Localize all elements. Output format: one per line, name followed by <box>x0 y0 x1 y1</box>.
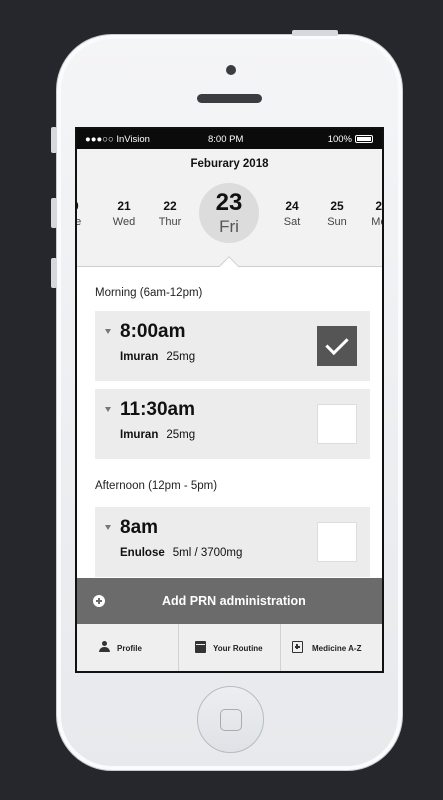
status-bar: ●●●○○ InVision 8:00 PM 100% <box>77 129 382 149</box>
drug-name: Enulose <box>120 547 165 559</box>
tab-profile[interactable]: Profile <box>77 624 179 671</box>
day-number: 20 <box>77 199 92 213</box>
date-header: Feburary 2018 20 Tue 21 Wed 22 Thur 23 F… <box>75 149 382 276</box>
add-prn-label: Add PRN administration <box>162 594 306 608</box>
day-item[interactable]: 22 Thur <box>150 199 190 228</box>
dose-drug: Imuran 25mg <box>120 351 195 363</box>
drug-amount: 25mg <box>166 429 196 441</box>
expand-caret-icon[interactable] <box>105 525 111 530</box>
day-number: 26 <box>375 199 382 213</box>
day-item[interactable]: 21 Wed <box>104 199 144 228</box>
battery-icon <box>355 135 373 143</box>
drug-amount: 5ml / 3700mg <box>172 547 243 559</box>
power-button <box>292 30 338 36</box>
carrier-label: ●●●○○ InVision <box>85 134 150 145</box>
day-weekday: Mon <box>371 216 382 228</box>
home-button[interactable] <box>197 686 264 753</box>
dose-drug: Imuran 25mg <box>120 429 195 441</box>
section-title-afternoon: Afternoon (12pm - 5pm) <box>95 480 218 492</box>
user-icon <box>99 641 110 653</box>
tab-label: Medicine A-Z <box>312 644 362 653</box>
day-weekday: Fri <box>219 217 239 236</box>
tab-bar: Profile Your Routine Medicine A-Z <box>77 624 382 671</box>
dose-checkbox-checked[interactable] <box>317 326 357 366</box>
drug-name: Imuran <box>120 351 159 363</box>
day-number: 23 <box>215 189 243 216</box>
earpiece-speaker <box>197 94 262 103</box>
tab-your-routine[interactable]: Your Routine <box>179 624 281 671</box>
calendar-icon <box>195 641 206 653</box>
selected-day-pointer <box>219 256 239 276</box>
day-number: 21 <box>117 199 131 213</box>
day-weekday: Tue <box>75 216 82 228</box>
tab-label: Profile <box>117 644 142 653</box>
expand-caret-icon[interactable] <box>105 329 111 334</box>
dose-checkbox[interactable] <box>317 404 357 444</box>
dose-checkbox[interactable] <box>317 522 357 562</box>
dose-time: 8:00am <box>120 321 186 342</box>
volume-down-button <box>51 258 57 288</box>
day-number: 25 <box>330 199 344 213</box>
dose-card[interactable]: 8:00am Imuran 25mg <box>95 311 370 381</box>
volume-up-button <box>51 198 57 228</box>
dose-drug: Enulose 5ml / 3700mg <box>120 547 242 559</box>
day-weekday: Sun <box>327 216 347 228</box>
day-number: 22 <box>163 199 177 213</box>
tab-medicine-a-z[interactable]: Medicine A-Z <box>281 624 382 671</box>
add-prn-button[interactable]: Add PRN administration <box>77 578 382 624</box>
home-square-icon <box>220 709 242 731</box>
section-title-morning: Morning (6am-12pm) <box>95 287 203 299</box>
status-time: 8:00 PM <box>208 134 244 145</box>
medical-kit-icon <box>292 641 303 653</box>
dose-card[interactable]: 11:30am Imuran 25mg <box>95 389 370 459</box>
day-item[interactable]: 20 Tue <box>75 199 92 228</box>
drug-name: Imuran <box>120 429 159 441</box>
day-weekday: Sat <box>283 216 301 228</box>
plus-circle-icon <box>93 595 105 607</box>
day-number: 24 <box>285 199 299 213</box>
day-weekday: Wed <box>112 216 136 228</box>
drug-amount: 25mg <box>166 351 196 363</box>
mute-switch <box>51 127 57 153</box>
app-screen: ●●●○○ InVision 8:00 PM 100% Feburary 201… <box>75 127 384 673</box>
day-item[interactable]: 24 Sat <box>272 199 312 228</box>
dose-time: 8am <box>120 517 159 538</box>
dose-time: 11:30am <box>120 399 196 420</box>
expand-caret-icon[interactable] <box>105 407 111 412</box>
day-item-selected[interactable]: 23 Fri <box>199 183 259 243</box>
month-title: Feburary 2018 <box>190 158 269 170</box>
dose-card[interactable]: 8am Enulose 5ml / 3700mg <box>95 507 370 577</box>
front-camera <box>226 65 236 75</box>
day-item[interactable]: 26 Mon <box>362 199 382 228</box>
day-item[interactable]: 25 Sun <box>317 199 357 228</box>
day-weekday: Thur <box>158 216 182 228</box>
tab-label: Your Routine <box>213 644 263 653</box>
battery-percent: 100% <box>327 134 352 145</box>
